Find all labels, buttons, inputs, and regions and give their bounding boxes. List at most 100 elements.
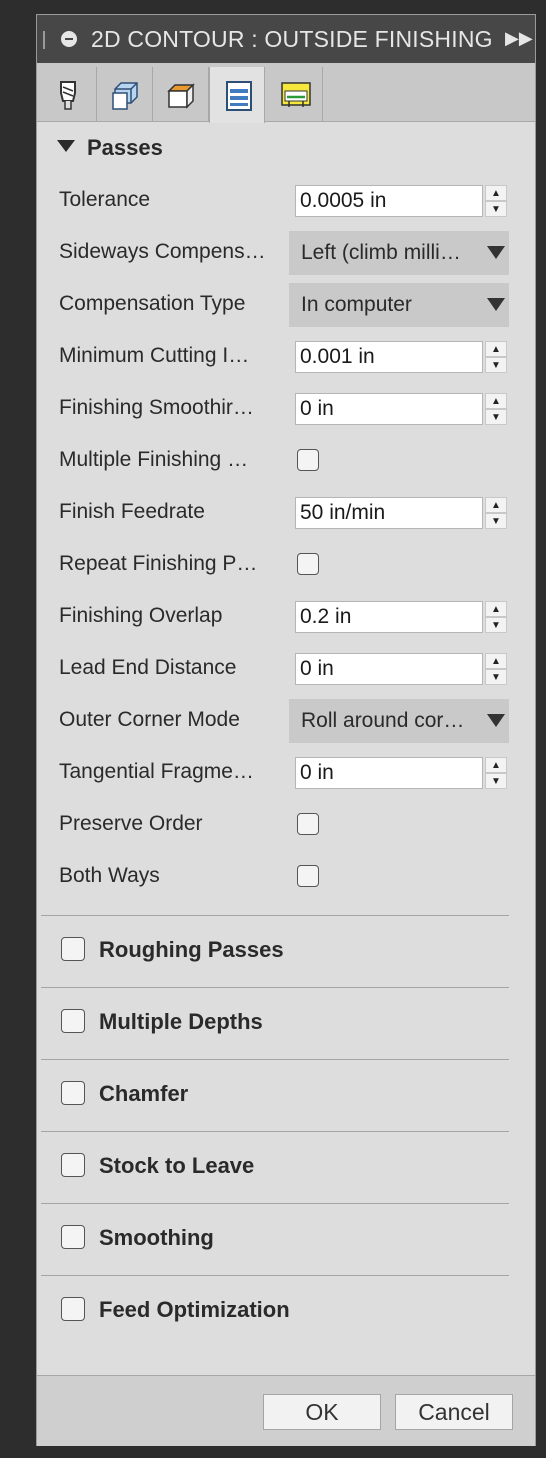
roughing-passes-checkbox[interactable] <box>61 937 85 961</box>
sideways-compensation-select[interactable]: Left (climb milli… <box>289 231 509 275</box>
finish-feedrate-row: Finish Feedrate 50 in/min ▲ ▼ <box>37 489 535 535</box>
finishing-smoothing-label: Finishing Smoothir… <box>59 396 254 419</box>
feed-optimization-label: Feed Optimization <box>99 1297 290 1322</box>
spinner-down-icon[interactable]: ▼ <box>485 357 507 373</box>
expand-icon[interactable]: ▶▶ <box>505 28 533 49</box>
group-feed-optimization[interactable]: Feed Optimization <box>37 1275 535 1347</box>
spinner-up-icon[interactable]: ▲ <box>485 341 507 357</box>
finish-feedrate-label: Finish Feedrate <box>59 500 205 523</box>
finish-feedrate-spinner[interactable]: ▲ ▼ <box>485 497 507 529</box>
tab-geometry[interactable] <box>97 67 153 121</box>
spinner-up-icon[interactable]: ▲ <box>485 497 507 513</box>
dialog-footer: OK Cancel <box>37 1375 535 1446</box>
finishing-overlap-row: Finishing Overlap 0.2 in ▲ ▼ <box>37 593 535 639</box>
finishing-smoothing-field[interactable]: 0 in <box>295 393 483 425</box>
chamfer-label: Chamfer <box>99 1081 189 1106</box>
compensation-type-select[interactable]: In computer <box>289 283 509 327</box>
both-ways-checkbox[interactable] <box>297 865 319 887</box>
tab-tool[interactable] <box>41 67 97 121</box>
spinner-up-icon[interactable]: ▲ <box>485 653 507 669</box>
tab-heights[interactable] <box>153 67 209 121</box>
repeat-finishing-checkbox[interactable] <box>297 553 319 575</box>
tangential-fragment-label: Tangential Fragme… <box>59 760 254 783</box>
repeat-finishing-row: Repeat Finishing P… <box>37 541 535 587</box>
spinner-down-icon[interactable]: ▼ <box>485 409 507 425</box>
spinner-down-icon[interactable]: ▼ <box>485 201 507 217</box>
spinner-down-icon[interactable]: ▼ <box>485 513 507 529</box>
multiple-finishing-label: Multiple Finishing … <box>59 448 249 471</box>
lead-end-distance-spinner[interactable]: ▲ ▼ <box>485 653 507 685</box>
stop-icon[interactable] <box>61 31 77 47</box>
finish-feedrate-field[interactable]: 50 in/min <box>295 497 483 529</box>
sideways-compensation-value: Left (climb milli… <box>301 241 461 264</box>
preserve-order-checkbox[interactable] <box>297 813 319 835</box>
preserve-order-label: Preserve Order <box>59 812 203 835</box>
minimum-cutting-field[interactable]: 0.001 in <box>295 341 483 373</box>
passes-icon <box>226 81 252 111</box>
dialog-panel: 2D CONTOUR : OUTSIDE FINISHING ▶▶ Passes… <box>36 14 536 1446</box>
both-ways-label: Both Ways <box>59 864 160 887</box>
group-roughing-passes[interactable]: Roughing Passes <box>37 915 535 987</box>
minimum-cutting-row: Minimum Cutting I… 0.001 in ▲ ▼ <box>37 333 535 379</box>
tangential-fragment-spinner[interactable]: ▲ ▼ <box>485 757 507 789</box>
ok-button[interactable]: OK <box>263 1394 381 1430</box>
group-chamfer[interactable]: Chamfer <box>37 1059 535 1131</box>
outer-corner-mode-label: Outer Corner Mode <box>59 708 240 731</box>
compensation-type-label: Compensation Type <box>59 292 246 315</box>
cancel-button[interactable]: Cancel <box>395 1394 513 1430</box>
repeat-finishing-label: Repeat Finishing P… <box>59 552 258 575</box>
group-multiple-depths[interactable]: Multiple Depths <box>37 987 535 1059</box>
passes-section-header[interactable]: Passes <box>57 135 163 161</box>
geometry-icon <box>112 82 138 110</box>
outer-corner-mode-select[interactable]: Roll around cor… <box>289 699 509 743</box>
lead-end-distance-label: Lead End Distance <box>59 656 237 679</box>
minimum-cutting-spinner[interactable]: ▲ ▼ <box>485 341 507 373</box>
spinner-up-icon[interactable]: ▲ <box>485 601 507 617</box>
tolerance-spinner[interactable]: ▲ ▼ <box>485 185 507 217</box>
tab-linking[interactable] <box>267 67 323 121</box>
stock-to-leave-checkbox[interactable] <box>61 1153 85 1177</box>
roughing-passes-label: Roughing Passes <box>99 937 284 962</box>
finishing-overlap-spinner[interactable]: ▲ ▼ <box>485 601 507 633</box>
linking-icon <box>281 82 311 107</box>
group-smoothing[interactable]: Smoothing <box>37 1203 535 1275</box>
spinner-down-icon[interactable]: ▼ <box>485 617 507 633</box>
tolerance-field[interactable]: 0.0005 in <box>295 185 483 217</box>
tool-icon <box>60 81 76 110</box>
smoothing-checkbox[interactable] <box>61 1225 85 1249</box>
multiple-finishing-checkbox[interactable] <box>297 449 319 471</box>
both-ways-row: Both Ways <box>37 853 535 899</box>
drag-handle[interactable] <box>43 31 45 49</box>
collapse-triangle-icon[interactable] <box>57 140 75 153</box>
multiple-depths-checkbox[interactable] <box>61 1009 85 1033</box>
dropdown-arrow-icon <box>487 298 505 311</box>
finishing-overlap-label: Finishing Overlap <box>59 604 223 627</box>
tangential-fragment-field[interactable]: 0 in <box>295 757 483 789</box>
tolerance-row: Tolerance 0.0005 in ▲ ▼ <box>37 177 535 223</box>
sideways-compensation-label: Sideways Compens… <box>59 240 266 263</box>
tolerance-label: Tolerance <box>59 188 151 211</box>
feed-optimization-checkbox[interactable] <box>61 1297 85 1321</box>
chamfer-checkbox[interactable] <box>61 1081 85 1105</box>
dialog-title: 2D CONTOUR : OUTSIDE FINISHING <box>91 26 493 52</box>
finishing-overlap-field[interactable]: 0.2 in <box>295 601 483 633</box>
minimum-cutting-label: Minimum Cutting I… <box>59 344 250 367</box>
group-stock-to-leave[interactable]: Stock to Leave <box>37 1131 535 1203</box>
compensation-type-row: Compensation Type In computer <box>37 281 535 327</box>
spinner-up-icon[interactable]: ▲ <box>485 185 507 201</box>
tab-passes[interactable] <box>209 67 265 123</box>
stock-to-leave-label: Stock to Leave <box>99 1153 255 1178</box>
spinner-down-icon[interactable]: ▼ <box>485 773 507 789</box>
spinner-up-icon[interactable]: ▲ <box>485 757 507 773</box>
lead-end-distance-field[interactable]: 0 in <box>295 653 483 685</box>
smoothing-label: Smoothing <box>99 1225 214 1250</box>
multiple-finishing-row: Multiple Finishing … <box>37 437 535 483</box>
spinner-down-icon[interactable]: ▼ <box>485 669 507 685</box>
passes-header-label: Passes <box>87 135 163 160</box>
sideways-compensation-row: Sideways Compens… Left (climb milli… <box>37 229 535 275</box>
title-bar[interactable]: 2D CONTOUR : OUTSIDE FINISHING ▶▶ <box>37 15 535 63</box>
tab-bar <box>37 63 535 123</box>
finishing-smoothing-spinner[interactable]: ▲ ▼ <box>485 393 507 425</box>
finishing-smoothing-row: Finishing Smoothir… 0 in ▲ ▼ <box>37 385 535 431</box>
spinner-up-icon[interactable]: ▲ <box>485 393 507 409</box>
